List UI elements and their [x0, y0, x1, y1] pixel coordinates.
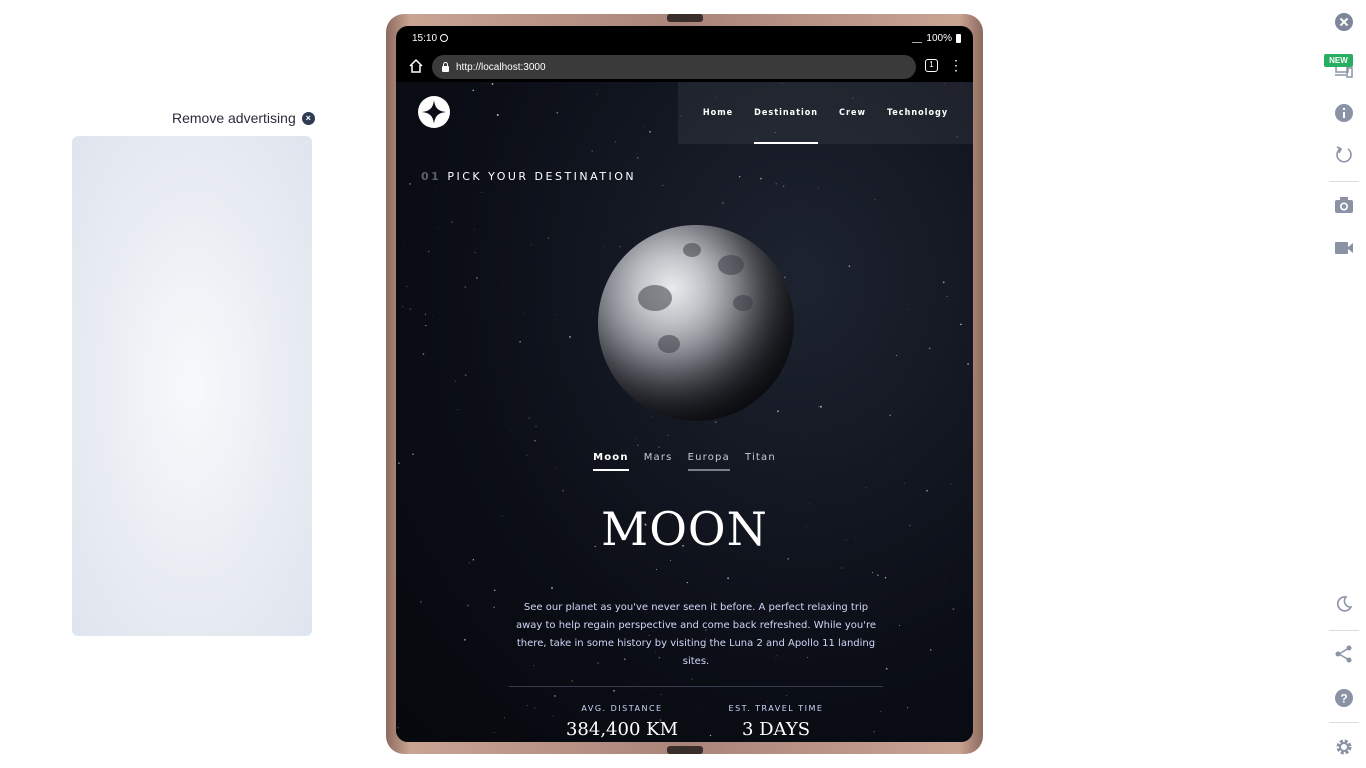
- status-time-group: 15:10: [412, 33, 449, 44]
- stat-travel-time-value: 3 DAYS: [741, 719, 811, 740]
- toolbar-separator: [1329, 181, 1359, 182]
- new-badge: NEW: [1324, 54, 1353, 67]
- nav-home[interactable]: Home: [703, 82, 733, 144]
- tab-mars[interactable]: Mars: [644, 452, 673, 471]
- lock-icon: [442, 61, 449, 72]
- url-bar[interactable]: http://localhost:3000: [432, 55, 916, 79]
- stat-distance: AVG. DISTANCE 384,400 KM: [562, 704, 682, 740]
- hinge-top: [667, 14, 703, 22]
- video-icon[interactable]: [1334, 238, 1354, 258]
- stat-distance-label: AVG. DISTANCE: [581, 704, 663, 713]
- remove-advertising-link[interactable]: Remove advertising ×: [172, 110, 315, 126]
- toolbar-separator: [1329, 630, 1359, 631]
- site-logo[interactable]: [418, 96, 450, 128]
- heading-text: PICK YOUR DESTINATION: [447, 170, 637, 183]
- nav-destination[interactable]: Destination: [754, 82, 818, 144]
- advertisement-placeholder: [72, 136, 312, 636]
- phone-screen: 15:10 100% http://localhost:3000 1 ⋮ Hom…: [396, 26, 973, 742]
- remove-advertising-label: Remove advertising: [172, 110, 296, 126]
- heading-number: 01: [421, 170, 442, 183]
- nav-technology[interactable]: Technology: [887, 82, 948, 144]
- browser-toolbar: http://localhost:3000 1 ⋮: [396, 52, 973, 82]
- main-navigation: Home Destination Crew Technology: [678, 82, 973, 144]
- home-icon[interactable]: [408, 58, 424, 74]
- stat-travel-time: EST. TRAVEL TIME 3 DAYS: [716, 704, 836, 740]
- camera-icon[interactable]: [1334, 195, 1354, 215]
- toolbar-separator: [1329, 722, 1359, 723]
- status-bar: 15:10 100%: [396, 26, 973, 52]
- rotate-icon[interactable]: [1334, 145, 1354, 165]
- info-icon[interactable]: [1334, 103, 1354, 123]
- settings-icon[interactable]: [1334, 737, 1354, 757]
- close-icon[interactable]: [1334, 12, 1354, 32]
- foldable-phone-frame: 15:10 100% http://localhost:3000 1 ⋮ Hom…: [386, 14, 983, 754]
- destination-description: See our planet as you've never seen it b…: [515, 602, 877, 667]
- tab-moon[interactable]: Moon: [593, 452, 629, 471]
- tab-titan[interactable]: Titan: [745, 452, 776, 471]
- hinge-bottom: [667, 746, 703, 754]
- star-logo-icon: [422, 100, 446, 124]
- url-text: http://localhost:3000: [456, 61, 546, 73]
- destination-tabs: Moon Mars Europa Titan: [396, 452, 973, 471]
- close-circle-icon[interactable]: ×: [301, 111, 315, 125]
- battery-percent: 100%: [926, 33, 952, 44]
- battery-icon: [956, 34, 961, 43]
- help-icon[interactable]: ?: [1334, 688, 1354, 708]
- stat-distance-value: 384,400 KM: [565, 719, 679, 740]
- status-time: 15:10: [412, 33, 438, 44]
- tab-switcher-button[interactable]: 1: [925, 59, 938, 72]
- svg-text:?: ?: [1340, 692, 1347, 706]
- status-right: 100%: [912, 33, 961, 44]
- web-page: Home Destination Crew Technology 01 PICK …: [396, 82, 973, 742]
- stat-travel-time-label: EST. TRAVEL TIME: [728, 704, 824, 713]
- nav-crew[interactable]: Crew: [839, 82, 866, 144]
- share-icon[interactable]: [1334, 644, 1354, 664]
- signal-icon: [912, 35, 923, 43]
- dark-mode-icon[interactable]: [1334, 594, 1354, 614]
- more-menu-icon[interactable]: ⋮: [949, 58, 963, 72]
- moon-image: [598, 225, 794, 421]
- spotify-icon: [440, 34, 449, 42]
- destination-title: MOON: [601, 502, 768, 556]
- divider: [509, 686, 883, 687]
- page-heading: 01 PICK YOUR DESTINATION: [421, 170, 636, 183]
- tab-europa[interactable]: Europa: [687, 452, 731, 471]
